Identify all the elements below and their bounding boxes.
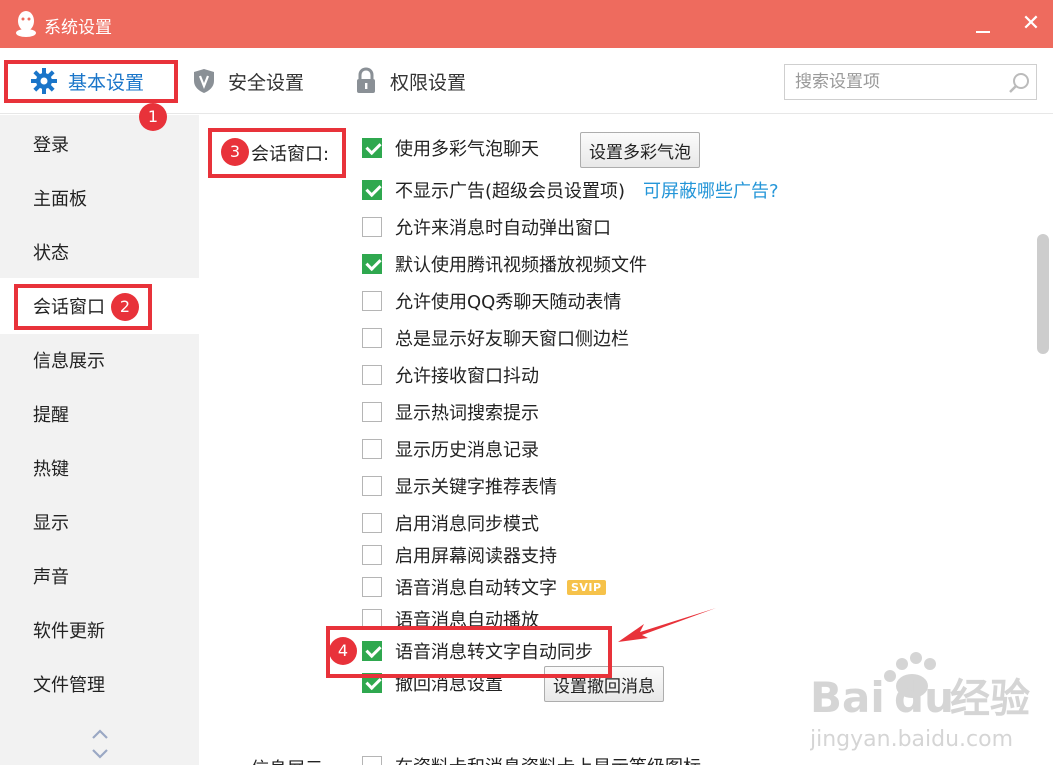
set-bubble-button[interactable]: 设置多彩气泡 [580,132,700,168]
sidebar-item-label: 软件更新 [33,621,105,642]
option-label: 显示热词搜索提示 [395,403,539,424]
annotation-number: 1 [139,103,167,131]
option-history[interactable]: 显示历史消息记录 [362,436,539,462]
sidebar: 登录 主面板 状态 会话窗口 信息展示 提醒 热键 显示 声音 软件更新 文件管… [0,115,199,765]
svg-text:jingyan.baidu.com: jingyan.baidu.com [810,727,1013,752]
checkbox[interactable] [362,180,382,200]
option-label: 允许使用QQ秀聊天随动表情 [395,292,622,313]
shield-icon [194,69,214,93]
checkbox[interactable] [362,439,382,459]
option-level-icon[interactable]: 在资料卡和消息资料卡上显示等级图标 [362,753,701,765]
scroll-up-down-icon[interactable] [88,727,112,761]
sidebar-item-login[interactable]: 登录 [0,118,199,170]
checkbox[interactable] [362,513,382,533]
checkbox[interactable] [362,217,382,237]
sidebar-item-label: 热键 [33,459,69,480]
close-button[interactable]: ✕ [1013,8,1049,40]
search-input[interactable] [785,65,995,99]
sidebar-item-info-display[interactable]: 信息展示 [0,334,199,386]
tab-label: 权限设置 [390,71,467,94]
annotation-box-voice-sync [326,626,612,678]
sidebar-item-hotkey[interactable]: 热键 [0,442,199,494]
sidebar-item-software-update[interactable]: 软件更新 [0,604,199,656]
svg-text:du: du [894,673,954,722]
checkbox[interactable] [362,328,382,348]
svg-text:经验: 经验 [950,676,1030,722]
option-hide-ads[interactable]: 不显示广告(超级会员设置项) 可屏蔽哪些广告? [362,177,779,203]
window-title: 系统设置 [44,18,112,38]
option-keyword-emoji[interactable]: 显示关键字推荐表情 [362,473,557,499]
sidebar-item-status[interactable]: 状态 [0,226,199,278]
sidebar-item-label: 显示 [33,513,69,534]
sidebar-item-label: 状态 [33,243,69,264]
qq-penguin-icon [16,11,36,37]
option-label: 允许接收窗口抖动 [395,366,539,387]
option-screen-reader[interactable]: 启用屏幕阅读器支持 [362,542,557,568]
sidebar-item-display[interactable]: 显示 [0,496,199,548]
option-label: 显示历史消息记录 [395,440,539,461]
option-hotword[interactable]: 显示热词搜索提示 [362,399,539,425]
option-sidebar[interactable]: 总是显示好友聊天窗口侧边栏 [362,325,629,351]
checkbox[interactable] [362,756,382,765]
section-label-info-display: 信息展示: [251,755,329,765]
baidu-watermark-logo: Bai du 经验 jingyan.baidu.com [810,652,1030,752]
option-label: 在资料卡和消息资料卡上显示等级图标 [395,753,701,765]
option-colorful-bubble[interactable]: 使用多彩气泡聊天 [362,135,539,161]
sidebar-item-label: 登录 [33,135,69,156]
checkbox[interactable] [362,291,382,311]
search-box [784,64,1037,100]
sidebar-item-file-management[interactable]: 文件管理 [0,658,199,710]
tab-label: 安全设置 [228,71,305,94]
checkbox[interactable] [362,476,382,496]
option-label: 启用屏幕阅读器支持 [395,546,557,567]
option-label: 语音消息自动转文字 [395,578,557,599]
checkbox[interactable] [362,254,382,274]
sidebar-item-label: 主面板 [33,189,87,210]
ad-link[interactable]: 可屏蔽哪些广告? [643,177,779,203]
option-tencent-video[interactable]: 默认使用腾讯视频播放视频文件 [362,251,647,277]
tab-permission-settings[interactable]: 权限设置 [352,48,466,114]
checkbox[interactable] [362,545,382,565]
sidebar-item-label: 提醒 [33,405,69,426]
option-voice-to-text[interactable]: 语音消息自动转文字 SVIP [362,574,606,600]
checkbox[interactable] [362,138,382,158]
checkbox[interactable] [362,577,382,597]
option-window-shake[interactable]: 允许接收窗口抖动 [362,362,539,388]
option-label: 不显示广告(超级会员设置项) [395,181,626,202]
sidebar-item-main-panel[interactable]: 主面板 [0,172,199,224]
sidebar-item-reminder[interactable]: 提醒 [0,388,199,440]
checkbox[interactable] [362,402,382,422]
svg-text:Bai: Bai [810,673,885,722]
sidebar-item-label: 声音 [33,567,69,588]
sidebar-item-label: 信息展示 [33,351,105,372]
option-label: 默认使用腾讯视频播放视频文件 [395,255,647,276]
annotation-number: 3 [221,138,249,166]
option-qq-show[interactable]: 允许使用QQ秀聊天随动表情 [362,288,621,314]
sidebar-item-label: 文件管理 [33,675,105,696]
minimize-button[interactable] [965,10,1001,38]
option-auto-popup[interactable]: 允许来消息时自动弹出窗口 [362,214,611,240]
tab-security-settings[interactable]: 安全设置 [190,48,304,114]
annotation-number: 2 [111,293,139,321]
option-label: 允许来消息时自动弹出窗口 [395,218,611,239]
option-label: 总是显示好友聊天窗口侧边栏 [395,329,629,350]
scrollbar-thumb[interactable] [1037,234,1049,354]
annotation-number: 4 [329,637,357,665]
option-label: 使用多彩气泡聊天 [395,139,539,160]
svip-badge: SVIP [567,579,606,595]
search-icon[interactable] [1007,71,1031,95]
option-sync-mode[interactable]: 启用消息同步模式 [362,510,539,536]
option-label: 启用消息同步模式 [395,514,539,535]
option-label: 显示关键字推荐表情 [395,477,557,498]
annotation-box-basic-settings [4,60,178,103]
sidebar-item-sound[interactable]: 声音 [0,550,199,602]
checkbox[interactable] [362,365,382,385]
annotation-arrow-icon [618,608,716,642]
lock-icon [357,67,375,93]
title-bar: 系统设置 ✕ [0,0,1053,48]
